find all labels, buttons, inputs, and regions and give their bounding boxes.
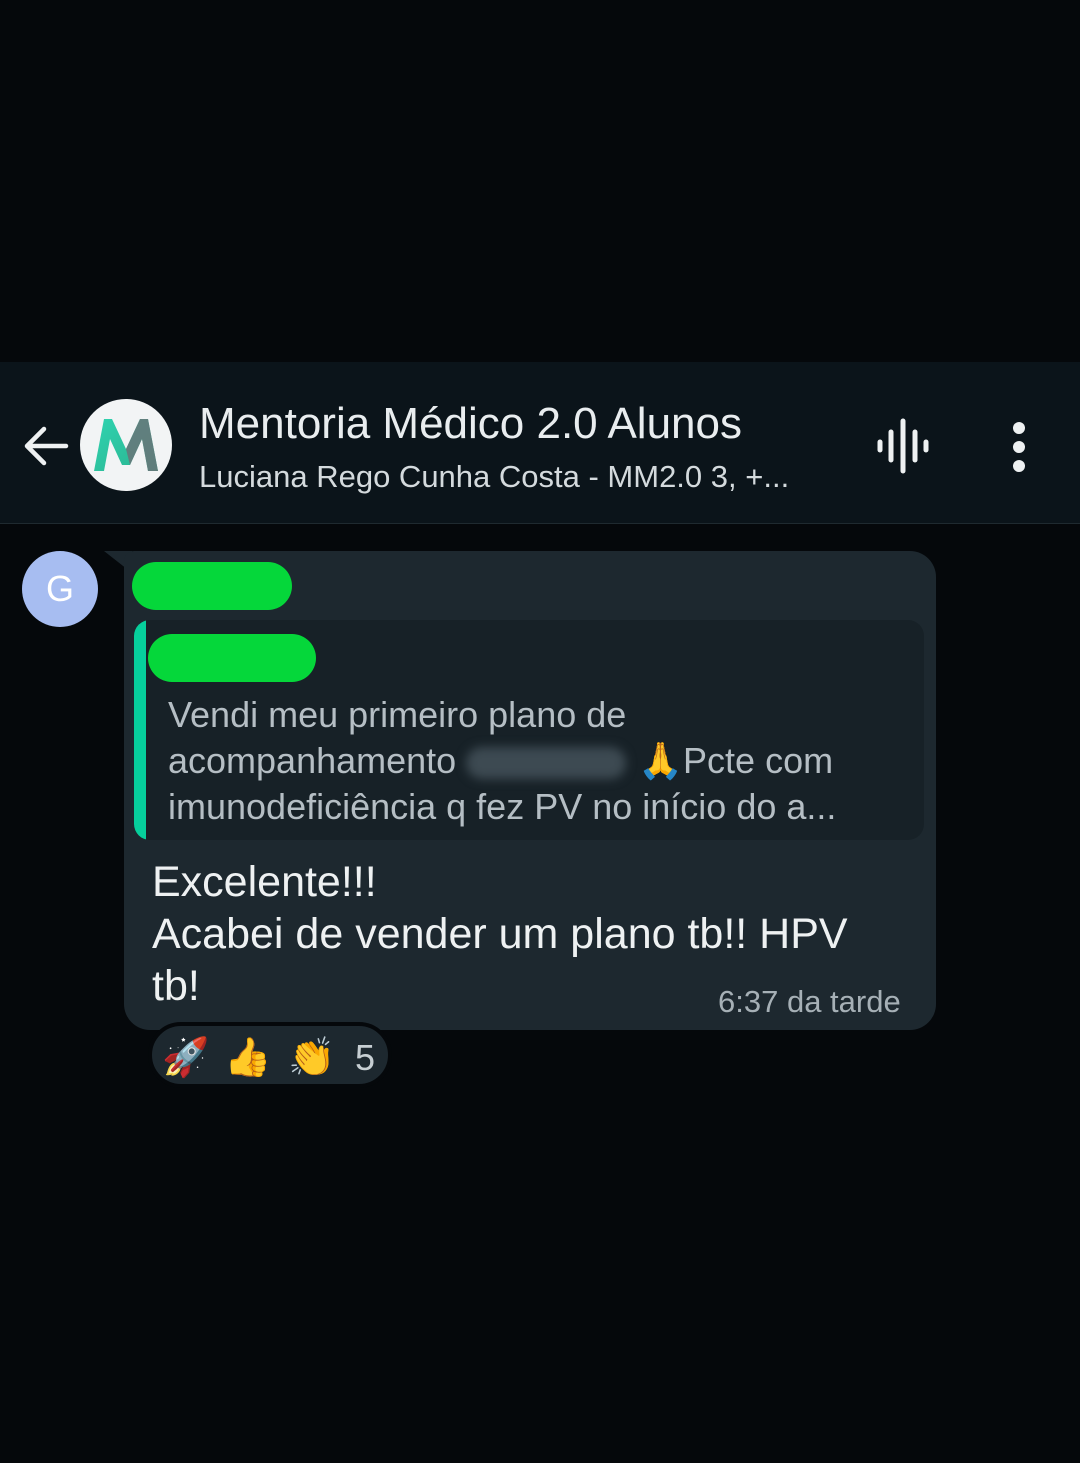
group-members[interactable]: Luciana Rego Cunha Costa - MM2.0 3, +... <box>199 458 789 496</box>
clapping-reaction-icon: 👏 <box>288 1035 336 1079</box>
group-title[interactable]: Mentoria Médico 2.0 Alunos <box>199 398 742 450</box>
more-vertical-icon[interactable] <box>1004 420 1034 474</box>
message-line: Excelente!!! <box>152 858 377 906</box>
quote-line: Vendi meu primeiro plano de <box>168 694 627 735</box>
quote-accent-bar <box>134 620 146 840</box>
rocket-reaction-icon: 🚀 <box>162 1035 210 1079</box>
sender-avatar[interactable]: G <box>22 551 98 627</box>
sender-name-redacted <box>132 562 292 610</box>
message-timestamp: 6:37 da tarde <box>718 984 901 1019</box>
quote-line-prefix: acompanhamento <box>168 740 457 781</box>
blurred-mention <box>466 747 627 780</box>
voice-waveform-icon[interactable] <box>876 418 930 474</box>
quote-line: imunodeficiência q fez PV no início do a… <box>168 786 837 827</box>
back-arrow-icon[interactable] <box>20 420 72 472</box>
quote-line-suffix: 🙏Pcte com <box>638 740 834 781</box>
quoted-text: Vendi meu primeiro plano de acompanhamen… <box>168 692 908 830</box>
quote-author-redacted <box>148 634 316 682</box>
thumbs-up-reaction-icon: 👍 <box>224 1035 272 1079</box>
group-avatar[interactable] <box>80 399 172 491</box>
quote-line: acompanhamento 🙏Pcte com <box>168 738 908 784</box>
group-logo-icon <box>94 419 158 471</box>
reaction-count: 5 <box>355 1037 376 1078</box>
message-line: Acabei de vender um plano tb!! HPV <box>152 910 848 958</box>
